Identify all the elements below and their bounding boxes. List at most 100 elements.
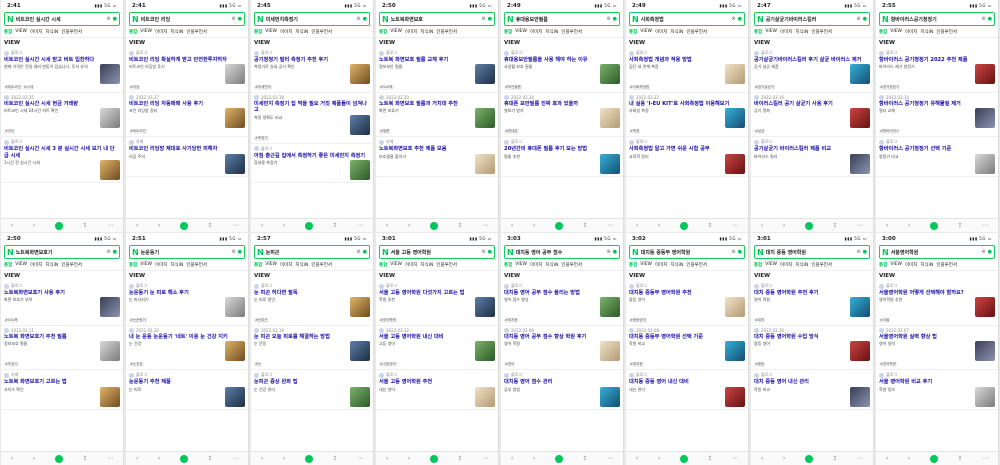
list-item[interactable]: 블로그 대치동 중등 영어 내신 대비 내신 관리 (626, 370, 748, 410)
forward-arrow-icon[interactable]: › (33, 455, 35, 462)
tab-1[interactable]: 통합 (629, 262, 637, 268)
tab-3[interactable]: 이미지 (530, 262, 542, 268)
item-thumbnail[interactable] (225, 386, 245, 407)
item-title[interactable]: 항바이러스 공기청정기 2022 추천 제품 (879, 57, 995, 63)
more-icon[interactable]: ⋯ (857, 222, 863, 229)
list-item[interactable]: 2022.03.09 대치동 영어 공부 점수 향상 학원 후기 영어 학원 #영어 (501, 326, 623, 371)
tab-1[interactable]: 통합 (4, 29, 12, 35)
back-arrow-icon[interactable]: ‹ (511, 222, 513, 229)
hashtag[interactable]: #휴대폰 (504, 129, 519, 135)
more-icon[interactable]: ⋯ (482, 455, 488, 462)
item-title[interactable]: 서울 영어학원 비교 후기 (879, 379, 995, 385)
list-item[interactable]: 블로그 눈운동기 눈 피로 해소 후기 눈 마사지기 #눈운동기 (126, 281, 248, 327)
more-icon[interactable]: ⋯ (232, 222, 238, 229)
tab-3[interactable]: 이미지 (155, 29, 167, 35)
list-item[interactable]: 블로그 아침 출근길 집에서 측정하기 좋은 미세먼지 측정기 휴대용 측정기 (251, 144, 373, 183)
clear-icon[interactable]: ⊗ (856, 249, 860, 255)
forward-arrow-icon[interactable]: › (658, 222, 660, 229)
list-item[interactable]: 블로그 대치동 영어 점수 관리 공부 방법 (501, 370, 623, 410)
list-item[interactable]: 2022.03.11 노트북 화면보호기 추천 필름 정보보호 필름 #보호기 (1, 326, 123, 371)
clear-icon[interactable]: ⊗ (856, 16, 860, 22)
share-icon[interactable]: ⇪ (208, 455, 213, 462)
forward-arrow-icon[interactable]: › (658, 455, 660, 462)
tab-4[interactable]: 지식iN (295, 262, 308, 268)
tab-3[interactable]: 이미지 (280, 29, 292, 35)
forward-arrow-icon[interactable]: › (158, 222, 160, 229)
mic-icon[interactable]: ● (988, 16, 992, 22)
forward-arrow-icon[interactable]: › (283, 222, 285, 229)
item-thumbnail[interactable] (725, 386, 745, 407)
item-thumbnail[interactable] (475, 341, 495, 362)
search-query[interactable]: 사회측정법 (641, 16, 730, 23)
tab-5[interactable]: 인플루언서 (811, 262, 832, 268)
tab-4[interactable]: 지식iN (545, 262, 558, 268)
tab-3[interactable]: 이미지 (655, 262, 667, 268)
clear-icon[interactable]: ⊗ (106, 16, 110, 22)
naver-n-icon[interactable]: N (382, 15, 389, 24)
list-item[interactable]: 카페 노트북 화면보호기 고르는 법 사이즈 확인 (1, 370, 123, 410)
share-icon[interactable]: ⇪ (83, 455, 88, 462)
list-item[interactable]: 블로그 공기청정기 필터 측정기 추천 후기 측정기로 실내 공기 확인 #미세먼지 (251, 48, 373, 94)
back-arrow-icon[interactable]: ‹ (261, 455, 263, 462)
item-thumbnail[interactable] (100, 386, 120, 407)
more-icon[interactable]: ⋯ (982, 222, 988, 229)
back-arrow-icon[interactable]: ‹ (386, 455, 388, 462)
hashtag[interactable]: #대치동 (629, 362, 644, 368)
list-item[interactable]: 블로그 공기살균기바이러스킬러 후기 살균 바이러스 제거 공기 살균 제품 #공기살… (751, 48, 873, 94)
tab-4[interactable]: 지식iN (45, 29, 58, 35)
mic-icon[interactable]: ● (363, 16, 367, 22)
list-item[interactable]: 2022.03.12 서울 고등 영어학원 내신 대비 고등 영어 #고등영어 (376, 326, 498, 371)
item-thumbnail[interactable] (725, 341, 745, 362)
hashtag[interactable]: #공기청정기 (879, 85, 901, 91)
back-arrow-icon[interactable]: ‹ (386, 222, 388, 229)
tab-1[interactable]: 통합 (504, 262, 512, 268)
tab-3[interactable]: 이미지 (905, 29, 917, 35)
item-title[interactable]: 비트코인 리딩 자동매매 사용 후기 (129, 101, 245, 107)
list-item[interactable]: 카페 노트북화면보호 추천 제품 모음 보호필름 붙이기 (376, 137, 498, 177)
tab-2[interactable]: VIEW (765, 29, 777, 35)
list-item[interactable]: 블로그 대치동 영어 공부 점수 올리는 방법 영어 점수 향상 #대치동 (501, 281, 623, 327)
hashtag[interactable]: #사회측정법 (629, 85, 651, 91)
clear-icon[interactable]: ⊗ (981, 249, 985, 255)
tab-5[interactable]: 인플루언서 (936, 262, 957, 268)
item-title[interactable]: 대치 중등 영어학원 추천 후기 (754, 290, 870, 296)
naver-n-icon[interactable]: N (257, 248, 264, 257)
home-icon[interactable] (804, 221, 813, 230)
tab-4[interactable]: 지식iN (170, 262, 183, 268)
mic-icon[interactable]: ● (613, 16, 617, 22)
list-item[interactable]: 블로그 대치 중등 영어학원 추천 후기 영어 학원 #대치 (751, 281, 873, 327)
search-bar[interactable]: N 항바이러스공기청정기 ⊗ ● (879, 12, 995, 26)
tab-2[interactable]: VIEW (515, 29, 527, 35)
hashtag[interactable]: #시세 (22, 85, 35, 91)
mic-icon[interactable]: ● (363, 249, 367, 255)
hashtag[interactable]: #항바이러스 (879, 129, 901, 135)
item-thumbnail[interactable] (725, 153, 745, 174)
item-title[interactable]: 비트코인 실시간 시세 현금 거래량 (4, 101, 120, 107)
tab-3[interactable]: 이미지 (655, 29, 667, 35)
item-title[interactable]: 비트코인 리딩 확실하게 받고 안전한투자하자 (129, 57, 245, 63)
more-icon[interactable]: ⋯ (107, 222, 113, 229)
tab-5[interactable]: 인플루언서 (186, 29, 207, 35)
item-thumbnail[interactable] (725, 64, 745, 85)
list-item[interactable]: 2022.03.16 바이러스킬러 공기 살균기 사용 후기 공기 정화 #살균 (751, 93, 873, 138)
home-icon[interactable] (304, 221, 313, 230)
tab-3[interactable]: 이미지 (780, 262, 792, 268)
item-title[interactable]: 노트북화면보호기 사용 후기 (4, 290, 120, 296)
tab-4[interactable]: 지식iN (795, 29, 808, 35)
list-item[interactable]: 2022.03.25 비트코인 실시간 시세 현금 거래량 비트코인 시세 24시간… (1, 93, 123, 138)
item-title[interactable]: 노트북 화면보호 필름 교체 후기 (379, 57, 495, 63)
hashtag[interactable]: #보호기 (4, 362, 19, 368)
hashtag[interactable]: #눈건강 (129, 362, 144, 368)
forward-arrow-icon[interactable]: › (158, 455, 160, 462)
back-arrow-icon[interactable]: ‹ (636, 222, 638, 229)
hashtag[interactable]: #영어 (504, 362, 516, 368)
item-title[interactable]: 대치동 중등부 영어학원 추천 (629, 290, 745, 296)
naver-n-icon[interactable]: N (882, 248, 889, 257)
list-item[interactable]: 블로그 공기살균기 바이러스킬러 제품 비교 바이러스 킬러 (751, 137, 873, 177)
list-item[interactable]: 블로그 서울 영어학원 비교 후기 학원 정보 (876, 370, 998, 410)
list-item[interactable]: 카페 비트코인 리딩방 제대로 사기당한 피해자 리딩 주의 (126, 137, 248, 177)
home-icon[interactable] (54, 221, 63, 230)
tab-4[interactable]: 지식iN (420, 262, 433, 268)
tab-5[interactable]: 인플루언서 (686, 262, 707, 268)
item-title[interactable]: 대치 중등 영어학원 수업 방식 (754, 334, 870, 340)
